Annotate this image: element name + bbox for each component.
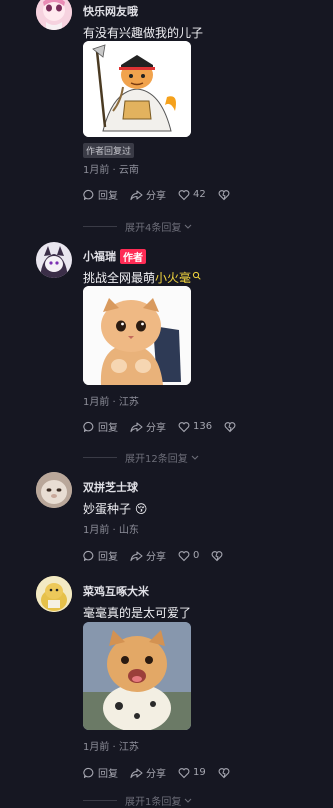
expand-label: 展开4条回复 xyxy=(125,223,182,234)
avatar[interactable] xyxy=(36,242,72,278)
share-icon xyxy=(130,189,143,200)
chevron-down-icon xyxy=(184,224,192,229)
reply-icon xyxy=(83,189,94,200)
broken-heart-icon xyxy=(218,767,230,778)
dislike-button[interactable] xyxy=(218,767,233,779)
username[interactable]: 小福瑞 xyxy=(83,248,116,264)
comment-text: 毫毫真的是太可爱了 xyxy=(83,606,192,620)
comment-text: 妙蛋种子 😚 xyxy=(83,502,148,516)
timestamp-location: 1月前 · 江苏 xyxy=(83,397,139,408)
share-button[interactable]: 分享 xyxy=(130,187,166,202)
expand-replies-button[interactable]: 展开12条回复 xyxy=(83,450,200,465)
reply-button[interactable]: 回复 xyxy=(83,187,118,202)
dislike-button[interactable] xyxy=(218,189,233,201)
reply-icon xyxy=(83,767,94,778)
action-bar: 回复 分享 0 xyxy=(83,548,238,563)
like-count: 0 xyxy=(193,550,200,561)
timestamp-location: 1月前 · 江苏 xyxy=(83,742,139,753)
dislike-button[interactable] xyxy=(211,550,226,562)
reply-label: 回复 xyxy=(98,191,118,202)
username[interactable]: 双拼芝士球 xyxy=(83,479,138,495)
expand-replies-button[interactable]: 展开4条回复 xyxy=(83,219,193,234)
author-badge: 作者 xyxy=(120,248,146,264)
share-button[interactable]: 分享 xyxy=(130,548,166,563)
broken-heart-icon xyxy=(218,189,230,200)
username[interactable]: 菜鸡互啄大米 xyxy=(83,583,149,599)
broken-heart-icon xyxy=(211,550,223,561)
comment-text: 有没有兴趣做我的儿子 xyxy=(83,26,204,40)
author-replied-tag: 作者回复过 xyxy=(83,143,135,158)
action-bar: 回复 分享 136 xyxy=(83,419,251,434)
comment-image[interactable] xyxy=(83,286,191,385)
action-bar: 回复 分享 42 xyxy=(83,187,245,202)
share-label: 分享 xyxy=(146,552,166,563)
share-icon xyxy=(130,767,143,778)
username[interactable]: 快乐网友哦 xyxy=(83,3,138,19)
divider xyxy=(83,457,117,458)
share-button[interactable]: 分享 xyxy=(130,419,166,434)
share-label: 分享 xyxy=(146,191,166,202)
like-button[interactable]: 19 xyxy=(178,767,206,779)
avatar[interactable] xyxy=(36,576,72,612)
reply-label: 回复 xyxy=(98,552,118,563)
share-label: 分享 xyxy=(146,423,166,434)
username-row: 小福瑞 作者 xyxy=(83,248,146,264)
comment-image[interactable] xyxy=(83,622,191,730)
reply-button[interactable]: 回复 xyxy=(83,548,118,563)
heart-icon xyxy=(178,550,190,561)
search-link[interactable]: 小火毫 xyxy=(155,269,191,286)
like-count: 19 xyxy=(193,767,206,778)
dislike-button[interactable] xyxy=(224,421,239,433)
divider xyxy=(83,226,117,227)
chevron-down-icon xyxy=(191,455,199,460)
heart-icon xyxy=(178,767,190,778)
comment-image[interactable] xyxy=(83,41,191,137)
reply-button[interactable]: 回复 xyxy=(83,419,118,434)
comment-text: 挑战全网最萌 xyxy=(83,271,156,285)
reply-icon xyxy=(83,421,94,432)
like-button[interactable]: 42 xyxy=(178,189,206,201)
share-button[interactable]: 分享 xyxy=(130,765,166,780)
avatar[interactable] xyxy=(36,472,72,508)
like-button[interactable]: 0 xyxy=(178,550,199,562)
timestamp-location: 1月前 · 云南 xyxy=(83,165,139,176)
action-bar: 回复 分享 19 xyxy=(83,765,245,780)
reply-button[interactable]: 回复 xyxy=(83,765,118,780)
comment-text-row: 挑战全网最萌 小火毫 xyxy=(83,269,201,286)
like-count: 42 xyxy=(193,189,206,200)
heart-icon xyxy=(178,421,190,432)
avatar[interactable] xyxy=(36,0,72,30)
like-count: 136 xyxy=(193,421,213,432)
search-icon xyxy=(192,271,201,280)
broken-heart-icon xyxy=(224,421,236,432)
share-icon xyxy=(130,421,143,432)
share-label: 分享 xyxy=(146,769,166,780)
reply-icon xyxy=(83,550,94,561)
timestamp-location: 1月前 · 山东 xyxy=(83,525,139,536)
share-icon xyxy=(130,550,143,561)
like-button[interactable]: 136 xyxy=(178,421,212,433)
reply-label: 回复 xyxy=(98,769,118,780)
reply-label: 回复 xyxy=(98,423,118,434)
expand-label: 展开12条回复 xyxy=(125,454,188,465)
heart-icon xyxy=(178,189,190,200)
